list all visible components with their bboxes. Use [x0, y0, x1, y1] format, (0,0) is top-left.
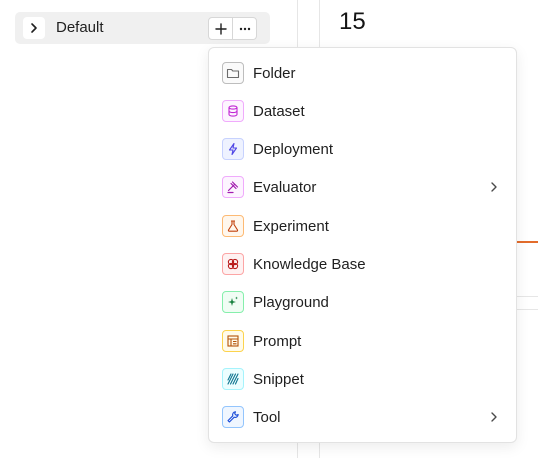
- menu-item-deployment[interactable]: Deployment: [209, 132, 516, 166]
- expand-button[interactable]: [23, 17, 45, 39]
- menu-item-label: Folder: [253, 65, 296, 82]
- menu-item-folder[interactable]: Folder: [209, 56, 516, 90]
- brain-icon: [222, 253, 244, 275]
- menu-item-label: Tool: [253, 409, 281, 426]
- menu-item-playground[interactable]: Playground: [209, 285, 516, 319]
- menu-item-knowledge-base[interactable]: Knowledge Base: [209, 247, 516, 281]
- plus-icon: [215, 22, 227, 35]
- add-button[interactable]: [209, 18, 232, 39]
- gavel-icon: [222, 176, 244, 198]
- lightning-icon: [222, 138, 244, 160]
- menu-item-label: Playground: [253, 294, 329, 311]
- count-value: 15: [339, 8, 366, 35]
- menu-item-label: Evaluator: [253, 179, 317, 196]
- chevron-right-icon: [491, 412, 497, 422]
- menu-item-label: Knowledge Base: [253, 256, 366, 273]
- menu-item-evaluator[interactable]: Evaluator: [209, 170, 516, 204]
- menu-item-dataset[interactable]: Dataset: [209, 94, 516, 128]
- menu-item-label: Dataset: [253, 103, 305, 120]
- menu-item-experiment[interactable]: Experiment: [209, 209, 516, 243]
- project-label: Default: [56, 19, 104, 36]
- menu-item-tool[interactable]: Tool: [209, 400, 516, 434]
- create-menu: Folder Dataset Deployment Evaluator Expe…: [208, 47, 517, 443]
- flask-icon: [222, 215, 244, 237]
- ellipsis-icon: [239, 27, 250, 30]
- menu-item-snippet[interactable]: Snippet: [209, 362, 516, 396]
- accent-underline: [515, 241, 538, 243]
- menu-item-prompt[interactable]: Prompt: [209, 324, 516, 358]
- wrench-icon: [222, 406, 244, 428]
- row-actions: [208, 17, 257, 40]
- separator: [515, 309, 538, 310]
- document-icon: [222, 330, 244, 352]
- sparkle-icon: [222, 291, 244, 313]
- more-options-button[interactable]: [232, 18, 256, 39]
- menu-item-label: Prompt: [253, 333, 302, 350]
- separator: [515, 296, 538, 297]
- stripes-icon: [222, 368, 244, 390]
- chevron-right-icon: [31, 23, 37, 33]
- menu-item-label: Experiment: [253, 218, 329, 235]
- project-row-default[interactable]: Default: [15, 12, 270, 44]
- chevron-right-icon: [491, 182, 497, 192]
- menu-item-label: Snippet: [253, 371, 304, 388]
- folder-icon: [222, 62, 244, 84]
- database-icon: [222, 100, 244, 122]
- menu-item-label: Deployment: [253, 141, 334, 158]
